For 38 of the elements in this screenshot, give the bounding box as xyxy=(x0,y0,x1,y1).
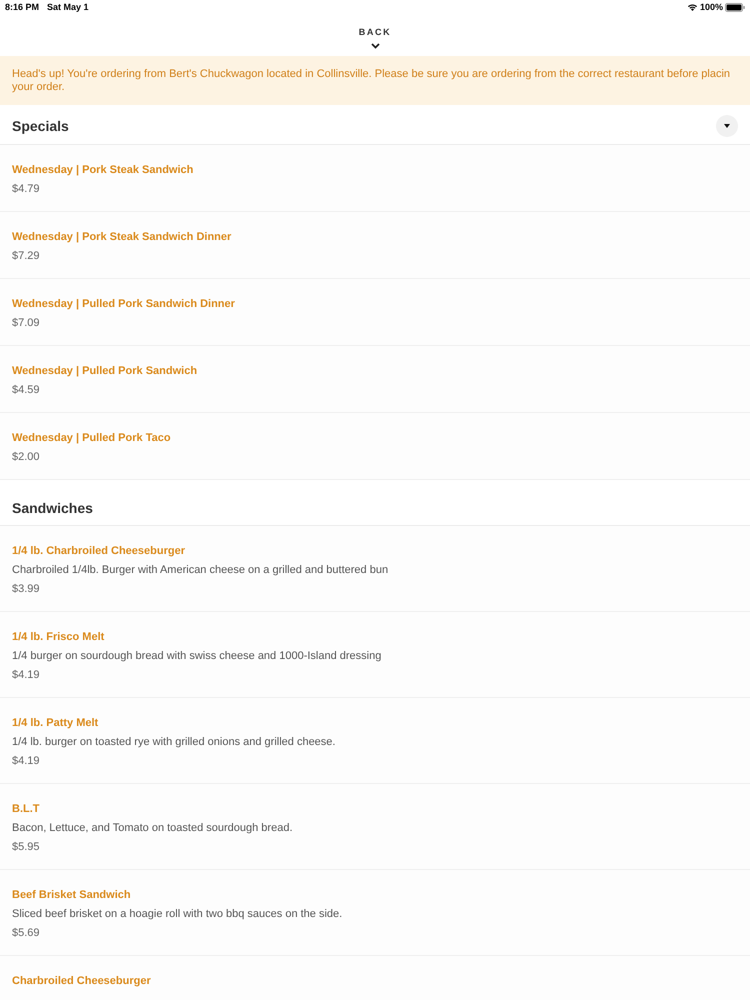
item-price: $7.29 xyxy=(12,249,41,264)
item-name: Wednesday | Pulled Pork Sandwich xyxy=(12,364,198,379)
back-button[interactable]: BACK xyxy=(358,27,392,49)
item-name: B.L.T xyxy=(12,802,40,817)
item-price: $3.99 xyxy=(12,582,41,597)
item-name: Wednesday | Pulled Pork Sandwich Dinner xyxy=(12,297,236,312)
item-name: Wednesday | Pork Steak Sandwich Dinner xyxy=(12,230,232,245)
caret-icon xyxy=(724,124,730,128)
item-price: $5.69 xyxy=(12,926,41,941)
item-name: 1/4 lb. Patty Melt xyxy=(12,716,100,731)
dropdown-toggle[interactable] xyxy=(716,115,738,137)
wifi-icon xyxy=(686,3,698,11)
section-title: Specials xyxy=(12,117,69,136)
chevron-down-icon xyxy=(370,43,380,49)
battery-icon xyxy=(725,2,745,12)
item-price: $4.59 xyxy=(12,383,41,398)
status-time: 8:16 PM xyxy=(5,1,40,13)
item-name: 1/4 lb. Frisco Melt xyxy=(12,630,106,645)
item-description: Sliced beef brisket on a hoagie roll with two bbq sauces on the side. xyxy=(12,907,344,922)
item-name: Wednesday | Pork Steak Sandwich xyxy=(12,163,194,178)
item-price: $5.95 xyxy=(12,840,41,855)
item-description: 1/4 burger on sourdough bread with swiss cheese and 1000-Island dressing xyxy=(12,649,382,664)
item-name: Charbroiled Cheeseburger xyxy=(12,974,152,989)
item-name: Beef Brisket Sandwich xyxy=(12,888,132,903)
status-date: Sat May 1 xyxy=(47,1,89,13)
item-price: $2.00 xyxy=(12,450,41,465)
item-description: Charbroiled 1/4lb. Burger with American cheese on a grilled and buttered bun xyxy=(12,563,390,578)
item-price: $4.19 xyxy=(12,754,41,769)
item-description: 1/4 lb. burger on toasted rye with grilled onions and grilled cheese. xyxy=(12,735,336,750)
battery-percent: 100% xyxy=(700,1,723,13)
item-name: Wednesday | Pulled Pork Taco xyxy=(12,431,172,446)
item-price: $7.09 xyxy=(12,316,41,331)
section-title: Sandwiches xyxy=(12,499,93,518)
item-price: $4.79 xyxy=(12,182,41,197)
item-description: Bacon, Lettuce, and Tomato on toasted sourdough bread. xyxy=(12,821,294,836)
item-name: 1/4 lb. Charbroiled Cheeseburger xyxy=(12,544,186,559)
notice-banner: Head's up! You're ordering from Bert's Chuckwagon located in Collinsville. Please be sure you are ordering from the correct restaurant before placin your order. xyxy=(0,56,750,105)
item-price: $4.19 xyxy=(12,668,41,683)
